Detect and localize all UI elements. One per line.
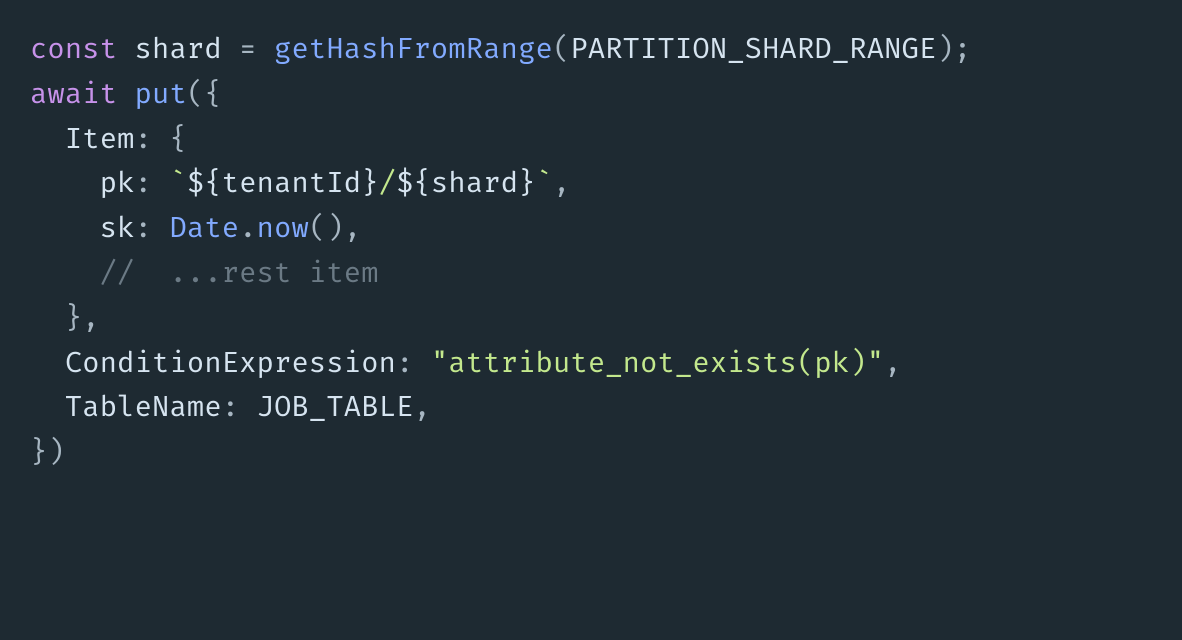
code-line-3: Item: { [30,122,187,157]
keyword-const: const [30,32,117,67]
space [117,77,134,112]
property-item: Item [65,122,135,157]
code-block: const shard = getHashFromRange(PARTITION… [0,0,1182,504]
property-sk: sk [100,211,135,246]
identifier-shard: shard [135,32,222,67]
paren-close-semi: ); [936,32,971,67]
backtick-close: ` [536,166,553,201]
global-date: Date [169,211,239,246]
function-put: put [135,77,187,112]
code-line-9: TableName: JOB_TABLE, [30,390,431,425]
colon: : [135,211,170,246]
code-line-10: }) [30,435,65,470]
parens-comma: (), [309,211,361,246]
colon: : [396,346,431,381]
property-pk: pk [100,166,135,201]
interp-open: ${ [396,166,431,201]
constant-job-table: JOB_TABLE [257,390,414,425]
comma: , [553,166,570,201]
comma: , [414,390,431,425]
function-now: now [257,211,309,246]
quote-close: " [867,346,884,381]
keyword-await: await [30,77,117,112]
code-line-7: }, [30,301,100,336]
code-line-4: pk: `${tenantId}/${shard}`, [30,166,570,201]
interp-open: ${ [187,166,222,201]
colon: : [135,166,170,201]
code-line-5: sk: Date.now(), [30,211,361,246]
close-brace-paren: }) [30,435,65,470]
comma: , [884,346,901,381]
property-condition-expression: ConditionExpression [65,346,396,381]
identifier-tenantId: tenantId [222,166,361,201]
identifier-shard: shard [431,166,518,201]
code-line-1: const shard = getHashFromRange(PARTITION… [30,32,971,67]
property-table-name: TableName [65,390,222,425]
colon: : [222,390,257,425]
colon-brace: : { [135,122,187,157]
paren-open: ( [553,32,570,67]
code-line-6: // ...rest item [30,256,379,291]
function-getHashFromRange: getHashFromRange [274,32,553,67]
comment-rest-item: // ...rest item [100,256,379,291]
interp-close: } [518,166,535,201]
open-paren-brace: ({ [187,77,222,112]
constant-partition-shard-range: PARTITION_SHARD_RANGE [570,32,936,67]
code-line-8: ConditionExpression: "attribute_not_exis… [30,346,902,381]
dot: . [239,211,256,246]
quote-open: " [431,346,448,381]
string-attribute-not-exists: attribute_not_exists(pk) [448,346,866,381]
backtick-open: ` [169,166,186,201]
operator-equals: = [222,32,274,67]
template-slash: / [379,166,396,201]
close-brace-comma: }, [65,301,100,336]
code-line-2: await put({ [30,77,222,112]
interp-close: } [361,166,378,201]
